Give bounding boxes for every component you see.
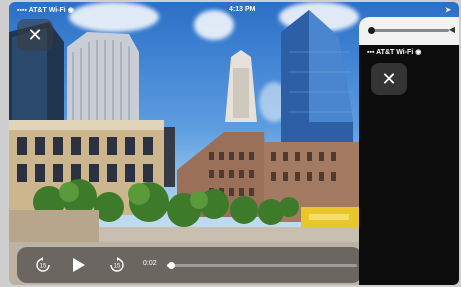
skip-forward-button[interactable]: 15 xyxy=(105,253,129,277)
carrier-text: AT&T Wi-Fi xyxy=(28,7,66,14)
skip-forward-label: 15 xyxy=(114,264,121,270)
side-status-bar: ▪▪▪ AT&T Wi-Fi ◉ xyxy=(367,48,421,56)
volume-icon: ◀ xyxy=(448,25,455,34)
side-carrier-text: AT&T Wi-Fi xyxy=(376,49,414,56)
device-frame: ▪▪▪▪ AT&T Wi-Fi ◉ 4:13 PM ➤ ✕ 15 15 0:02… xyxy=(0,0,461,287)
close-button[interactable]: ✕ xyxy=(17,19,53,51)
signal-icon: ▪▪▪ xyxy=(367,49,377,56)
location-icon: ➤ xyxy=(445,7,451,14)
side-close-button[interactable]: ✕ xyxy=(371,63,407,95)
volume-slider[interactable] xyxy=(367,27,449,34)
close-icon: ✕ xyxy=(381,68,397,89)
video-screen[interactable]: ▪▪▪▪ AT&T Wi-Fi ◉ 4:13 PM ➤ ✕ 15 15 0:02… xyxy=(9,2,459,285)
play-button[interactable] xyxy=(67,253,91,277)
wifi-icon: ◉ xyxy=(413,49,422,56)
skip-forward-15-icon: 15 xyxy=(110,257,124,272)
progress-scrubber[interactable] xyxy=(167,262,357,269)
signal-icon: ▪▪▪▪ xyxy=(17,7,29,14)
skip-back-label: 15 xyxy=(40,264,47,270)
elapsed-time: 0:02 xyxy=(143,260,157,267)
volume-knob[interactable] xyxy=(367,27,375,34)
skip-back-15-icon: 15 xyxy=(36,257,50,272)
wifi-icon: ◉ xyxy=(67,7,74,14)
status-bar: ▪▪▪▪ AT&T Wi-Fi ◉ 4:13 PM ➤ xyxy=(9,5,459,17)
play-icon xyxy=(73,258,85,272)
side-video-panel[interactable]: ◀ ▪▪▪ AT&T Wi-Fi ◉ ✕ xyxy=(359,17,459,285)
playback-controls: 15 15 0:02 xyxy=(17,247,362,283)
volume-bar-area: ◀ xyxy=(359,17,459,45)
scrubber-knob[interactable] xyxy=(167,262,175,269)
carrier-label: ▪▪▪▪ AT&T Wi-Fi ◉ xyxy=(17,6,74,14)
skip-back-button[interactable]: 15 xyxy=(31,253,55,277)
status-time: 4:13 PM xyxy=(229,6,256,13)
close-icon: ✕ xyxy=(27,24,43,45)
